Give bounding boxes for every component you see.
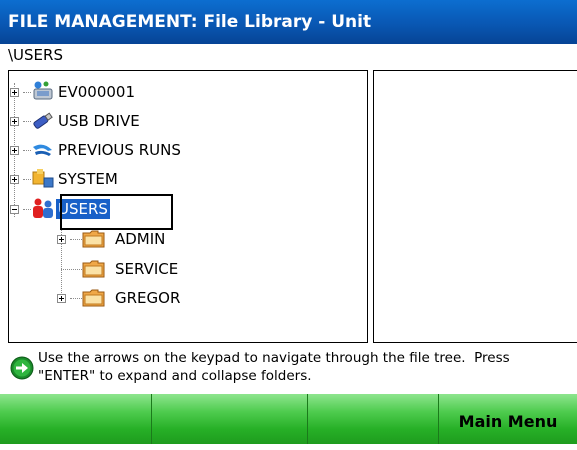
softkey-3[interactable] <box>308 394 439 444</box>
expand-toggle-gregor[interactable] <box>57 294 66 303</box>
users-icon <box>33 198 53 218</box>
softkey-1[interactable] <box>0 394 152 444</box>
file-list-panel[interactable] <box>373 70 577 343</box>
window-title: FILE MANAGEMENT: File Library - Unit <box>0 0 577 44</box>
tree-connector <box>23 179 31 180</box>
tree-connector <box>23 150 31 151</box>
expand-toggle-admin[interactable] <box>57 235 66 244</box>
folder-icon <box>82 260 105 278</box>
unit-device-icon <box>33 81 53 100</box>
tree-connector <box>70 239 82 240</box>
tree-node-service[interactable]: SERVICE <box>115 259 178 279</box>
current-path: \USERS <box>8 46 63 64</box>
system-icon <box>32 169 54 188</box>
collapse-toggle-users[interactable] <box>10 205 19 214</box>
softkey-bar: Main Menu <box>0 394 577 444</box>
tree-node-gregor[interactable]: GREGOR <box>115 288 180 308</box>
tree-connector <box>61 269 82 270</box>
tree-node-admin[interactable]: ADMIN <box>115 229 165 249</box>
softkey-2[interactable] <box>152 394 308 444</box>
folder-icon <box>82 230 105 248</box>
focus-highlight <box>60 194 173 230</box>
main-menu-button[interactable]: Main Menu <box>439 394 577 444</box>
green-arrow-icon <box>10 356 34 380</box>
previous-runs-icon <box>33 144 52 156</box>
tree-node-ev000001[interactable]: EV000001 <box>58 82 135 102</box>
expand-toggle-usb-drive[interactable] <box>10 117 19 126</box>
tree-connector <box>23 121 31 122</box>
tree-node-previous-runs[interactable]: PREVIOUS RUNS <box>58 140 181 160</box>
tree-connector <box>23 209 31 210</box>
expand-toggle-previous-runs[interactable] <box>10 146 19 155</box>
tree-connector <box>23 92 31 93</box>
folder-icon <box>82 289 105 307</box>
expand-toggle-system[interactable] <box>10 175 19 184</box>
help-text: Use the arrows on the keypad to navigate… <box>38 350 510 384</box>
tree-connector <box>70 298 82 299</box>
tree-node-system[interactable]: SYSTEM <box>58 169 118 189</box>
usb-drive-icon <box>33 112 53 129</box>
expand-toggle-ev000001[interactable] <box>10 88 19 97</box>
tree-node-usb-drive[interactable]: USB DRIVE <box>58 111 140 131</box>
